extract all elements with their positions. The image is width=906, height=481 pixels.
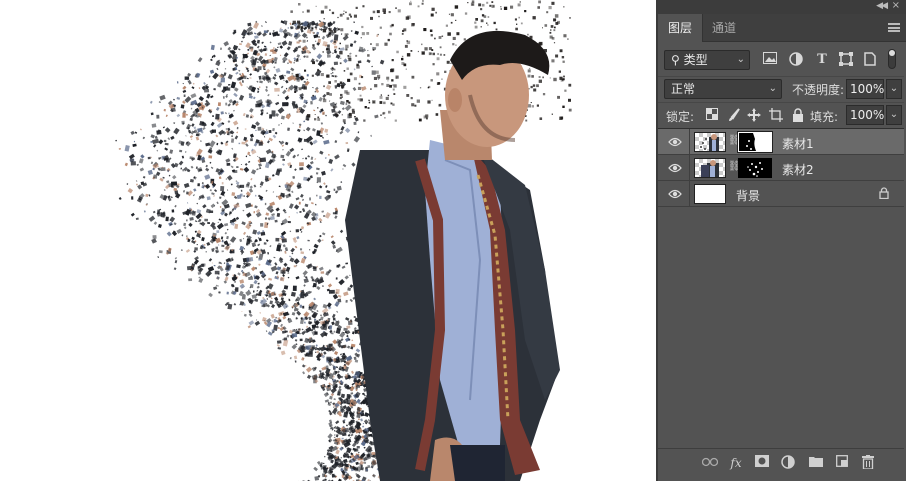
filter-toggle-switch[interactable] [888,49,896,69]
link-layers-icon[interactable] [701,455,719,471]
filter-type-icon[interactable]: T [814,52,830,68]
adjustment-layer-icon[interactable] [780,455,796,471]
trash-icon[interactable] [860,455,876,471]
lock-artboard-icon[interactable] [768,108,784,124]
lock-image-pixels-icon[interactable] [726,108,742,124]
opacity-dropdown-button[interactable]: ⌄ [886,79,902,99]
fx-icon[interactable]: fx [728,455,744,471]
blend-row: 正常 ⌄ 不透明度: 100% ⌄ [658,76,904,100]
fill-input[interactable]: 100% [846,105,884,125]
layer-name[interactable]: 素材1 [782,135,814,152]
layer-name[interactable]: 素材2 [782,161,814,178]
opacity-label: 不透明度: [792,83,845,97]
layers-bottom-toolbar: fx [658,448,904,476]
tab-channels[interactable]: 通道 [702,14,746,42]
fill-dropdown-button[interactable]: ⌄ [886,105,902,125]
layer-row[interactable]: ⛓ 素材1 [658,129,904,155]
layer-name[interactable]: 背景 [736,187,760,204]
lock-row: 锁定: 填充: 100% ⌄ [658,102,904,126]
lock-all-icon[interactable] [790,108,806,124]
link-mask-icon[interactable]: ⛓ [728,161,741,175]
link-mask-icon[interactable]: ⛓ [728,135,741,149]
new-layer-icon[interactable] [834,455,850,471]
fill-label: 填充: [810,110,839,124]
lock-label: 锁定: [666,110,695,124]
eye-icon[interactable] [668,162,682,174]
eye-icon[interactable] [668,188,682,200]
layer-filter-row: ⚲ 类型 ⌄ T [658,48,904,72]
lock-icon[interactable] [878,187,890,200]
layer-thumbnail[interactable] [694,184,726,204]
panel-menu-icon[interactable] [888,23,900,32]
lock-transparent-pixels-icon[interactable] [704,108,720,124]
layer-row[interactable]: 背景 [658,181,904,207]
panel-title-bar: ◀◀ × [658,0,906,14]
tab-layers[interactable]: 图层 [658,14,704,42]
panel-tab-bar: 图层 通道 [658,14,906,42]
document-canvas[interactable] [0,0,656,481]
lock-position-icon[interactable] [746,108,762,124]
filter-pixel-icon[interactable] [762,52,778,68]
layer-mask-thumbnail[interactable] [738,158,772,178]
chevron-down-icon: ⌄ [736,54,745,65]
filter-shape-icon[interactable] [838,52,854,68]
blend-mode-value: 正常 [671,82,696,96]
filter-kind-select[interactable]: ⚲ 类型 ⌄ [664,50,750,70]
layers-panel: ◀◀ × 图层 通道 ⚲ 类型 ⌄ T 正常 ⌄ 不透明度: 100% ⌄ 锁定… [656,0,906,481]
filter-kind-value: 类型 [683,53,708,67]
collapse-panel-icon[interactable]: ◀◀ [876,1,888,11]
layer-mask-thumbnail[interactable] [737,131,773,153]
layer-thumbnail[interactable] [694,158,726,178]
close-icon[interactable]: × [892,0,900,11]
filter-smart-object-icon[interactable] [862,52,878,68]
filter-adjustment-icon[interactable] [788,52,804,68]
blend-mode-select[interactable]: 正常 ⌄ [664,79,782,99]
eye-icon[interactable] [668,136,682,148]
layer-thumbnail[interactable] [694,132,726,152]
add-mask-icon[interactable] [754,455,770,471]
opacity-input[interactable]: 100% [846,79,884,99]
group-folder-icon[interactable] [808,455,824,471]
chevron-down-icon: ⌄ [768,83,777,94]
person-figure [345,30,560,481]
layers-list: ⛓ 素材1 ⛓ 素材2 背景 [658,128,904,207]
layer-row[interactable]: ⛓ 素材2 [658,155,904,181]
canvas-artwork [115,0,572,481]
search-icon: ⚲ [671,53,680,67]
